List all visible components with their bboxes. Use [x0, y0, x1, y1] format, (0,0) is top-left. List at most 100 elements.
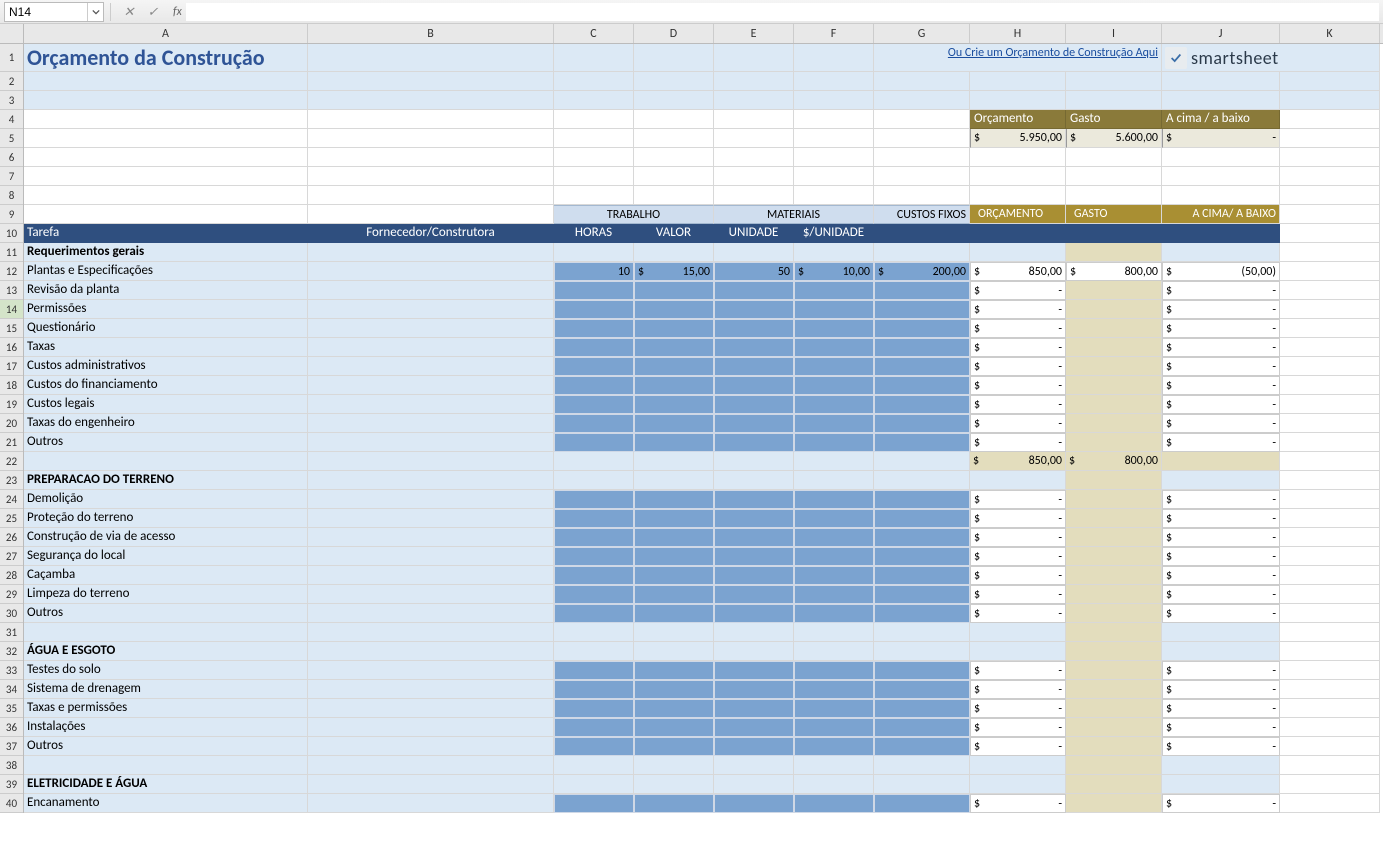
col-header-B[interactable]: B [308, 24, 554, 43]
col-header-F[interactable]: F [794, 24, 874, 43]
cell[interactable] [874, 471, 970, 490]
cell-unidade[interactable] [714, 319, 794, 338]
cell[interactable] [554, 471, 634, 490]
cell[interactable] [1066, 756, 1162, 775]
cell[interactable] [970, 756, 1066, 775]
cell-valor[interactable] [634, 357, 714, 376]
cell-horas[interactable]: 10 [554, 262, 634, 281]
cell-horas[interactable] [554, 300, 634, 319]
cell-gasto[interactable] [1066, 661, 1162, 680]
cell-unidade[interactable] [714, 794, 794, 813]
cell[interactable] [24, 452, 308, 471]
cell[interactable] [714, 110, 794, 129]
cell-gasto[interactable] [1066, 490, 1162, 509]
cell[interactable] [1280, 452, 1380, 471]
cell-punidade[interactable] [794, 547, 874, 566]
cell[interactable] [1280, 129, 1380, 148]
cell[interactable] [1280, 414, 1380, 433]
row-header[interactable]: 11 [0, 243, 23, 262]
cell[interactable] [1280, 395, 1380, 414]
cell[interactable] [794, 452, 874, 471]
cell-gasto[interactable] [1066, 357, 1162, 376]
cell-unidade[interactable] [714, 376, 794, 395]
cell-diff[interactable]: $- [1162, 585, 1280, 604]
cell-fixos[interactable] [874, 395, 970, 414]
row-header[interactable]: 39 [0, 775, 23, 794]
row-header[interactable]: 37 [0, 737, 23, 756]
cell[interactable] [1066, 148, 1162, 167]
cell[interactable] [554, 775, 634, 794]
cell[interactable] [794, 110, 874, 129]
cell-horas[interactable] [554, 319, 634, 338]
cell-gasto[interactable] [1066, 737, 1162, 756]
cell-valor[interactable] [634, 718, 714, 737]
cell-gasto[interactable] [1066, 718, 1162, 737]
row-header[interactable]: 21 [0, 433, 23, 452]
cell[interactable] [24, 148, 308, 167]
cell-valor[interactable] [634, 376, 714, 395]
cell[interactable] [308, 433, 554, 452]
cell[interactable] [970, 642, 1066, 661]
row-header[interactable]: 15 [0, 319, 23, 338]
col-header-C[interactable]: C [554, 24, 634, 43]
select-all-corner[interactable] [0, 24, 23, 44]
cell-orcamento[interactable]: $- [970, 319, 1066, 338]
row-header[interactable]: 19 [0, 395, 23, 414]
cell-punidade[interactable] [794, 300, 874, 319]
cell[interactable] [714, 148, 794, 167]
cell[interactable] [714, 186, 794, 205]
row-header[interactable]: 34 [0, 680, 23, 699]
cell[interactable] [634, 452, 714, 471]
cell-fixos[interactable] [874, 585, 970, 604]
row-header[interactable]: 4 [0, 110, 23, 129]
cell[interactable] [634, 186, 714, 205]
cell-punidade[interactable] [794, 737, 874, 756]
cell-valor[interactable] [634, 281, 714, 300]
cell-diff[interactable]: $(50,00) [1162, 262, 1280, 281]
cell-punidade[interactable] [794, 319, 874, 338]
cell[interactable] [308, 72, 554, 91]
row-header[interactable]: 29 [0, 585, 23, 604]
subtotal-gasto[interactable]: $800,00 [1066, 452, 1162, 471]
col-header-A[interactable]: A [24, 24, 308, 43]
cell-fixos[interactable] [874, 357, 970, 376]
cell[interactable] [308, 737, 554, 756]
cell-diff[interactable]: $- [1162, 395, 1280, 414]
cell-diff[interactable]: $- [1162, 547, 1280, 566]
formula-input[interactable] [186, 3, 1379, 21]
cell-unidade[interactable] [714, 737, 794, 756]
cell[interactable] [24, 91, 308, 110]
cell-diff[interactable]: $- [1162, 718, 1280, 737]
cell-diff[interactable]: $- [1162, 680, 1280, 699]
row-header[interactable]: 17 [0, 357, 23, 376]
cell-valor[interactable] [634, 395, 714, 414]
cell[interactable] [1280, 72, 1380, 91]
cell[interactable] [794, 756, 874, 775]
cell-gasto[interactable]: $800,00 [1066, 262, 1162, 281]
cell[interactable] [1280, 319, 1380, 338]
cell-horas[interactable] [554, 737, 634, 756]
cell-orcamento[interactable]: $- [970, 794, 1066, 813]
cell-orcamento[interactable]: $- [970, 680, 1066, 699]
cell-orcamento[interactable]: $- [970, 509, 1066, 528]
cell[interactable] [308, 395, 554, 414]
cell[interactable] [1280, 243, 1380, 262]
cell[interactable] [714, 91, 794, 110]
cell[interactable] [874, 623, 970, 642]
task-label[interactable]: Outros [24, 604, 308, 623]
cell-orcamento[interactable]: $- [970, 281, 1066, 300]
cell-valor[interactable] [634, 585, 714, 604]
cell[interactable] [1280, 699, 1380, 718]
cell-valor[interactable] [634, 509, 714, 528]
cell[interactable] [634, 471, 714, 490]
cell-horas[interactable] [554, 699, 634, 718]
cell[interactable] [1066, 243, 1162, 262]
cell-gasto[interactable] [1066, 604, 1162, 623]
cell[interactable] [554, 452, 634, 471]
cell[interactable] [714, 167, 794, 186]
cell-fixos[interactable] [874, 699, 970, 718]
cell-unidade[interactable] [714, 547, 794, 566]
cell[interactable] [1280, 357, 1380, 376]
cell-punidade[interactable] [794, 376, 874, 395]
cell[interactable] [714, 756, 794, 775]
